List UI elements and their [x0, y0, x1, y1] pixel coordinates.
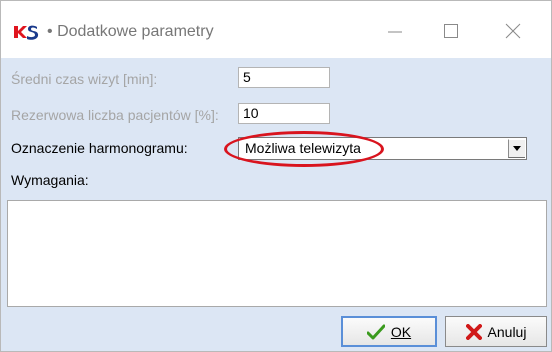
- title-text: Dodatkowe parametry: [57, 23, 214, 40]
- minimize-icon: [388, 31, 402, 33]
- reserve-patients-input[interactable]: 10: [238, 103, 330, 124]
- avg-visit-time-label: Średni czas wizyt [min]:: [11, 71, 158, 87]
- app-logo-icon: [14, 25, 39, 40]
- title-separator: •: [47, 23, 53, 40]
- close-icon: [505, 23, 521, 39]
- maximize-button[interactable]: [429, 11, 473, 51]
- reserve-patients-label: Rezerwowa liczba pacjentów [%]:: [11, 107, 219, 123]
- dropdown-button[interactable]: [508, 139, 525, 158]
- cancel-button[interactable]: Anuluj: [445, 316, 547, 347]
- avg-visit-time-input[interactable]: 5: [238, 67, 330, 88]
- title-bar[interactable]: • Dodatkowe parametry: [1, 1, 551, 58]
- requirements-label: Wymagania:: [11, 172, 89, 188]
- window-title: • Dodatkowe parametry: [47, 23, 214, 41]
- schedule-marking-select[interactable]: Możliwa telewizyta: [238, 137, 527, 160]
- dialog-window: • Dodatkowe parametry Średni czas wizyt …: [0, 0, 552, 352]
- schedule-marking-value: Możliwa telewizyta: [245, 140, 361, 156]
- checkmark-icon: [366, 324, 385, 339]
- minimize-button[interactable]: [373, 11, 417, 51]
- dialog-body: Średni czas wizyt [min]: 5 Rezerwowa lic…: [1, 58, 551, 351]
- cancel-button-label: Anuluj: [487, 323, 527, 340]
- requirements-textarea[interactable]: [7, 200, 547, 307]
- maximize-icon: [444, 24, 458, 38]
- x-mark-icon: [465, 323, 482, 340]
- chevron-down-icon: [513, 146, 521, 151]
- ok-button-label: OK: [390, 323, 412, 340]
- close-button[interactable]: [491, 11, 535, 51]
- ok-button[interactable]: OK: [341, 316, 437, 347]
- schedule-marking-label: Oznaczenie harmonogramu:: [11, 140, 188, 156]
